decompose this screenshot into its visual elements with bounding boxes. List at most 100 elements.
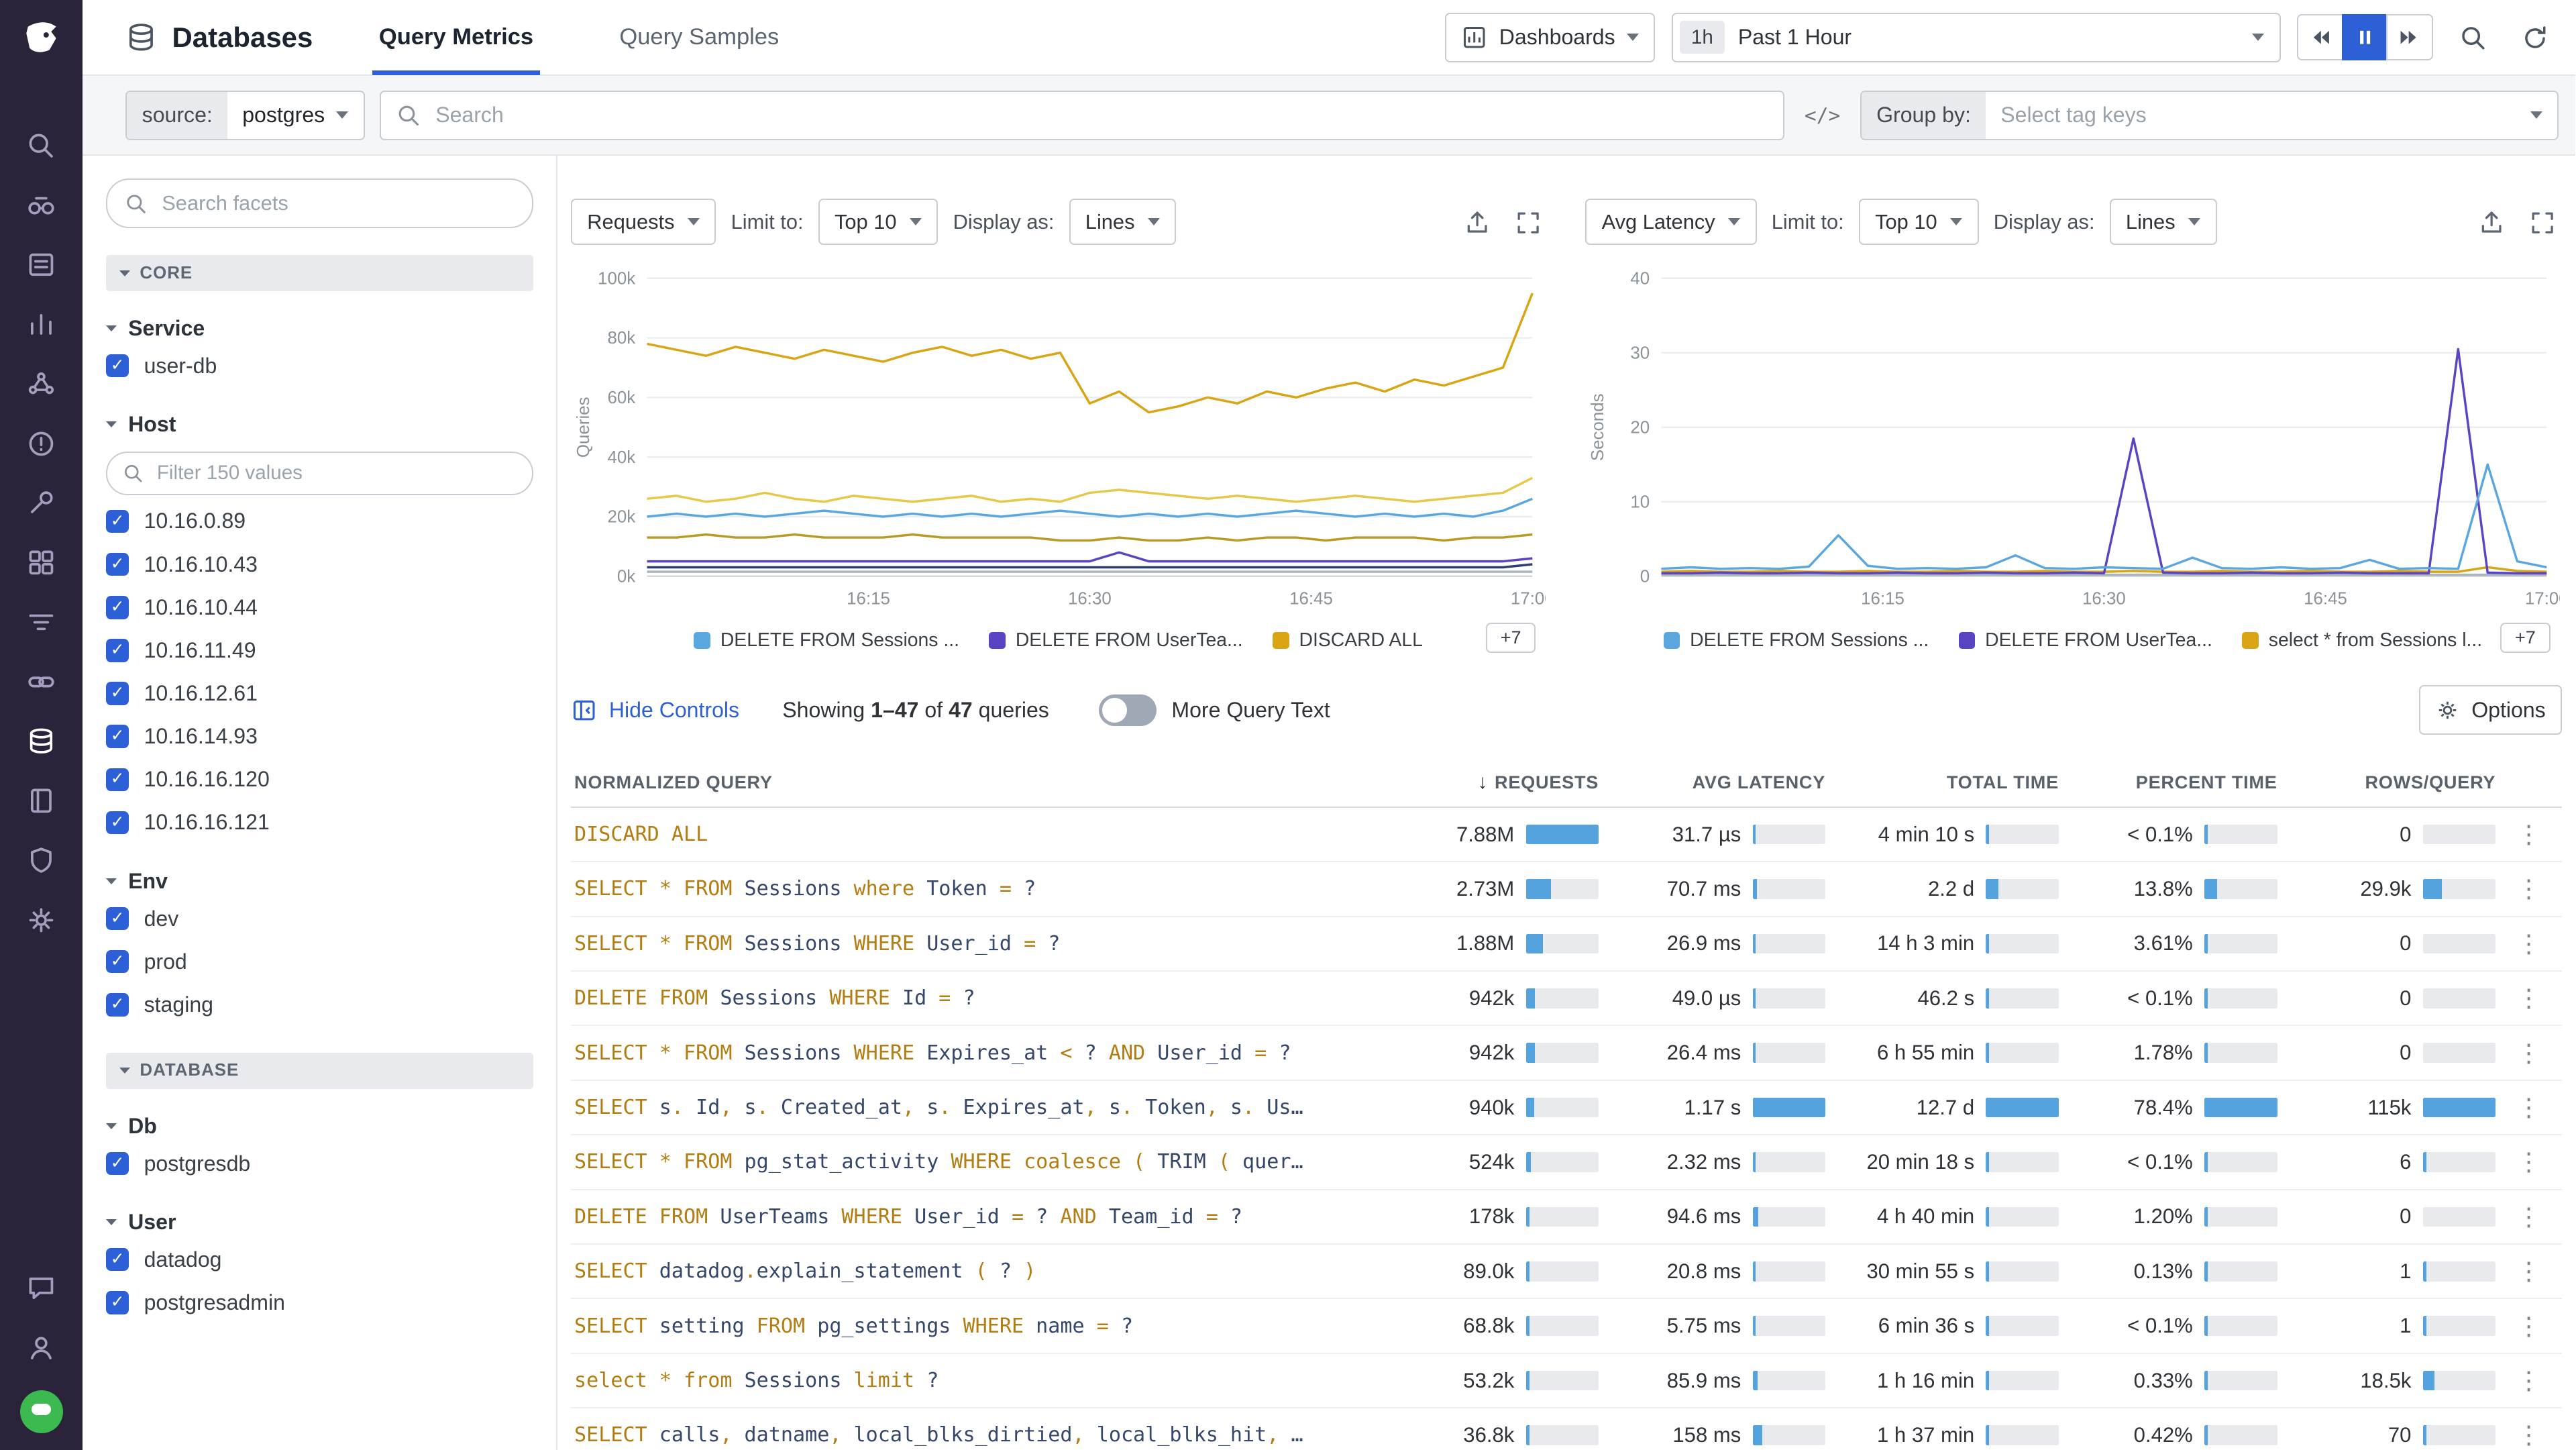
table-row[interactable]: SELECT * FROM Sessions where Token = ?2.…: [571, 862, 2562, 917]
row-menu-icon[interactable]: ⋮: [2496, 1420, 2562, 1449]
metric-dropdown[interactable]: Avg Latency: [1585, 199, 1756, 245]
dashboards-button[interactable]: Dashboards: [1445, 13, 1655, 62]
row-menu-icon[interactable]: ⋮: [2496, 1147, 2562, 1176]
table-row[interactable]: SELECT * FROM Sessions WHERE Expires_at …: [571, 1026, 2562, 1080]
facet-search-input[interactable]: [158, 190, 515, 217]
databases-icon[interactable]: [23, 723, 60, 760]
legend-item[interactable]: DELETE FROM UserTea...: [989, 629, 1242, 652]
column-header-rows-query[interactable]: ROWS/QUERY: [2277, 772, 2496, 793]
facet-value-item[interactable]: ✓10.16.0.89: [106, 500, 533, 543]
search-button[interactable]: [2449, 14, 2496, 60]
facet-value-item[interactable]: ✓prod: [106, 940, 533, 983]
checkbox-checked-icon[interactable]: ✓: [106, 950, 129, 974]
column-header-avg-latency[interactable]: AVG LATENCY: [1599, 772, 1825, 793]
export-icon[interactable]: [2473, 203, 2509, 240]
requests-line-chart[interactable]: 0k20k40k60k80k100k16:1516:3016:4517:00Qu…: [571, 265, 1546, 616]
watchdog-icon[interactable]: [23, 187, 60, 223]
facet-group-header[interactable]: Host: [106, 409, 533, 440]
checkbox-checked-icon[interactable]: ✓: [106, 811, 129, 835]
datadog-logo-icon[interactable]: [15, 13, 68, 66]
display-dropdown[interactable]: Lines: [1069, 199, 1177, 245]
toggle-switch[interactable]: [1099, 694, 1157, 726]
checkbox-checked-icon[interactable]: ✓: [106, 553, 129, 576]
checkbox-checked-icon[interactable]: ✓: [106, 768, 129, 792]
facet-value-item[interactable]: ✓10.16.11.49: [106, 629, 533, 672]
account-icon[interactable]: [23, 1329, 60, 1365]
security-icon[interactable]: [23, 843, 60, 879]
column-header-total-time[interactable]: TOTAL TIME: [1825, 772, 2059, 793]
facet-value-item[interactable]: ✓postgresadmin: [106, 1281, 533, 1324]
normalized-query-cell[interactable]: DELETE FROM UserTeams WHERE User_id = ? …: [571, 1205, 1397, 1229]
more-query-text-toggle[interactable]: More Query Text: [1099, 694, 1330, 726]
table-row[interactable]: select * from Sessions limit ?53.2k85.9 …: [571, 1354, 2562, 1408]
row-menu-icon[interactable]: ⋮: [2496, 1093, 2562, 1122]
facet-group-header[interactable]: Service: [106, 313, 533, 344]
normalized-query-cell[interactable]: SELECT * FROM Sessions WHERE Expires_at …: [571, 1041, 1397, 1065]
integrations-icon[interactable]: [23, 545, 60, 581]
fast-forward-button[interactable]: [2386, 14, 2432, 60]
facet-value-item[interactable]: ✓staging: [106, 983, 533, 1026]
table-row[interactable]: SELECT datadog.explain_statement ( ? )89…: [571, 1245, 2562, 1299]
events-icon[interactable]: [23, 247, 60, 283]
facet-value-item[interactable]: ✓10.16.16.120: [106, 758, 533, 801]
row-menu-icon[interactable]: ⋮: [2496, 1039, 2562, 1068]
legend-more-badge[interactable]: +7: [1486, 623, 1536, 654]
export-icon[interactable]: [1458, 203, 1494, 240]
facet-value-item[interactable]: ✓10.16.10.44: [106, 586, 533, 629]
row-menu-icon[interactable]: ⋮: [2496, 1257, 2562, 1286]
legend-item[interactable]: DISCARD ALL: [1273, 629, 1423, 652]
row-menu-icon[interactable]: ⋮: [2496, 929, 2562, 958]
rewind-button[interactable]: [2297, 14, 2343, 60]
table-row[interactable]: DISCARD ALL7.88M31.7 µs4 min 10 s< 0.1%0…: [571, 808, 2562, 862]
facet-value-item[interactable]: ✓postgresdb: [106, 1142, 533, 1185]
user-avatar[interactable]: [20, 1390, 63, 1433]
checkbox-checked-icon[interactable]: ✓: [106, 907, 129, 931]
normalized-query-cell[interactable]: SELECT * FROM Sessions WHERE User_id = ?: [571, 932, 1397, 955]
facet-value-item[interactable]: ✓datadog: [106, 1238, 533, 1281]
checkbox-checked-icon[interactable]: ✓: [106, 1152, 129, 1176]
facet-group-header[interactable]: Env: [106, 866, 533, 897]
facet-value-item[interactable]: ✓10.16.14.93: [106, 715, 533, 758]
expand-icon[interactable]: [1509, 203, 1546, 240]
network-icon[interactable]: [23, 366, 60, 402]
legend-more-badge[interactable]: +7: [2500, 623, 2550, 654]
facet-section-header[interactable]: DATABASE: [106, 1053, 533, 1089]
tab-query-metrics[interactable]: Query Metrics: [372, 0, 540, 75]
legend-item[interactable]: DELETE FROM UserTea...: [1959, 629, 2212, 652]
row-menu-icon[interactable]: ⋮: [2496, 1202, 2562, 1231]
checkbox-checked-icon[interactable]: ✓: [106, 354, 129, 378]
normalized-query-cell[interactable]: SELECT calls, datname, local_blks_dirtie…: [571, 1423, 1397, 1447]
table-row[interactable]: SELECT calls, datname, local_blks_dirtie…: [571, 1408, 2562, 1450]
livetail-icon[interactable]: [23, 604, 60, 640]
normalized-query-cell[interactable]: SELECT setting FROM pg_settings WHERE na…: [571, 1314, 1397, 1338]
table-row[interactable]: SELECT s. Id, s. Created_at, s. Expires_…: [571, 1081, 2562, 1135]
legend-item[interactable]: DELETE FROM Sessions ...: [1664, 629, 1929, 652]
checkbox-checked-icon[interactable]: ✓: [106, 1248, 129, 1272]
source-filter[interactable]: source: postgres: [125, 91, 364, 140]
legend-item[interactable]: select * from Sessions l...: [2242, 629, 2482, 652]
options-button[interactable]: Options: [2419, 685, 2562, 735]
checkbox-checked-icon[interactable]: ✓: [106, 510, 129, 533]
row-menu-icon[interactable]: ⋮: [2496, 984, 2562, 1013]
facet-value-item[interactable]: ✓user-db: [106, 344, 533, 387]
normalized-query-cell[interactable]: SELECT * FROM pg_stat_activity WHERE coa…: [571, 1150, 1397, 1174]
row-menu-icon[interactable]: ⋮: [2496, 874, 2562, 903]
column-header-requests[interactable]: ↓REQUESTS: [1397, 771, 1599, 794]
apm-icon[interactable]: [23, 664, 60, 700]
table-row[interactable]: DELETE FROM Sessions WHERE Id = ?942k49.…: [571, 972, 2562, 1026]
limit-dropdown[interactable]: Top 10: [1859, 199, 1979, 245]
checkbox-checked-icon[interactable]: ✓: [106, 993, 129, 1017]
column-header-normalized-query[interactable]: NORMALIZED QUERY: [571, 772, 1397, 793]
normalized-query-cell[interactable]: select * from Sessions limit ?: [571, 1369, 1397, 1392]
display-dropdown[interactable]: Lines: [2110, 199, 2217, 245]
table-row[interactable]: SELECT * FROM pg_stat_activity WHERE coa…: [571, 1135, 2562, 1190]
latency-line-chart[interactable]: 01020304016:1516:3016:4517:00Seconds: [1585, 265, 2560, 616]
time-range-picker[interactable]: 1h Past 1 Hour: [1672, 13, 2281, 62]
limit-dropdown[interactable]: Top 10: [818, 199, 938, 245]
table-row[interactable]: SELECT setting FROM pg_settings WHERE na…: [571, 1299, 2562, 1353]
normalized-query-cell[interactable]: SELECT s. Id, s. Created_at, s. Expires_…: [571, 1096, 1397, 1119]
table-row[interactable]: DELETE FROM UserTeams WHERE User_id = ? …: [571, 1190, 2562, 1245]
legend-item[interactable]: DELETE FROM Sessions ...: [694, 629, 959, 652]
tab-query-samples[interactable]: Query Samples: [613, 0, 786, 75]
facet-group-header[interactable]: User: [106, 1206, 533, 1238]
